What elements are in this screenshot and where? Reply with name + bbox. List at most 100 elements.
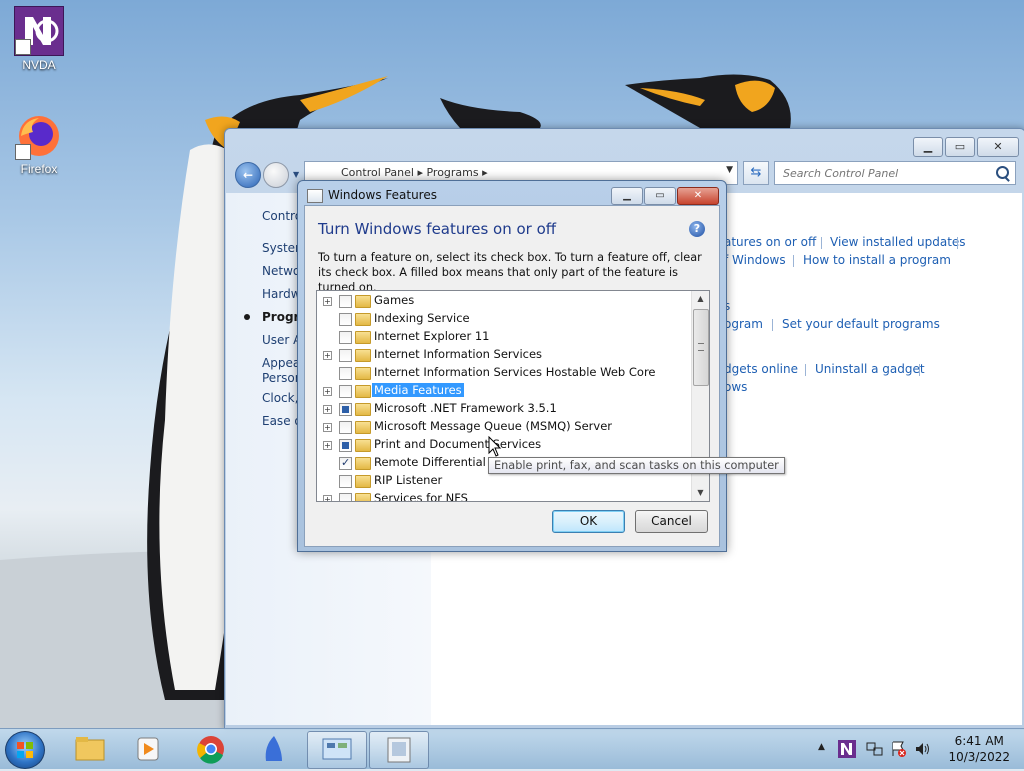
- nvda-tray-icon[interactable]: [838, 740, 856, 758]
- feature-checkbox[interactable]: [339, 313, 352, 326]
- cancel-button[interactable]: Cancel: [635, 510, 708, 533]
- folder-icon: [355, 367, 371, 380]
- feature-row[interactable]: + Print and Document Services: [317, 436, 689, 454]
- dialog-close-button[interactable]: ✕: [677, 187, 719, 205]
- link-turn-features[interactable]: atures on or off: [724, 235, 816, 249]
- dialog-maximize-button[interactable]: ▭: [644, 187, 676, 205]
- feature-row[interactable]: Internet Information Services Hostable W…: [317, 364, 689, 382]
- feature-checkbox[interactable]: [339, 331, 352, 344]
- feature-row[interactable]: + Microsoft .NET Framework 3.5.1: [317, 400, 689, 418]
- feature-label[interactable]: Services for NFS: [372, 491, 470, 501]
- link-gadgets-online[interactable]: dgets online: [724, 362, 798, 376]
- link-uninstall-gadget[interactable]: Uninstall a gadget: [815, 362, 925, 376]
- breadcrumb-programs[interactable]: Programs: [426, 166, 478, 179]
- address-dropdown-icon[interactable]: ▼: [726, 165, 733, 175]
- search-input[interactable]: [781, 166, 985, 181]
- scroll-thumb[interactable]: [693, 309, 709, 386]
- feature-label[interactable]: Print and Document Services: [372, 437, 543, 451]
- link-separator: [805, 364, 806, 376]
- taskbar-media-player-button[interactable]: [120, 731, 178, 767]
- taskbar-chrome-button[interactable]: [182, 731, 240, 767]
- link-how-to-install[interactable]: How to install a program: [803, 253, 951, 267]
- expand-icon[interactable]: +: [323, 387, 332, 396]
- desktop-icon-nvda[interactable]: NVDA: [4, 6, 74, 72]
- folder-icon: [355, 313, 371, 326]
- forward-button[interactable]: [263, 162, 289, 188]
- link-separator: [793, 255, 794, 267]
- feature-checkbox[interactable]: [339, 349, 352, 362]
- recent-pages-dropdown[interactable]: ▼: [293, 170, 299, 179]
- sidebar-item-network[interactable]: Netwo: [262, 264, 300, 278]
- feature-label[interactable]: Remote Differential Co: [372, 455, 507, 469]
- feature-row[interactable]: Indexing Service: [317, 310, 689, 328]
- ok-button[interactable]: OK: [552, 510, 625, 533]
- desktop-icon-firefox[interactable]: Firefox: [4, 112, 74, 176]
- taskbar-control-panel-button[interactable]: [307, 731, 367, 769]
- taskbar-windows-features-button[interactable]: [369, 731, 429, 769]
- feature-label[interactable]: Indexing Service: [372, 311, 472, 325]
- feature-checkbox[interactable]: [339, 421, 352, 434]
- back-button[interactable]: ←: [235, 162, 261, 188]
- feature-row[interactable]: + Media Features: [317, 382, 689, 400]
- link-default-program[interactable]: ogram: [724, 317, 763, 331]
- clock-time: 6:41 AM: [954, 734, 1004, 748]
- link-windows[interactable]: f Windows: [724, 253, 786, 267]
- search-box[interactable]: [774, 161, 1016, 185]
- window-caption-buttons: ▁ ▭ ✕: [913, 137, 1019, 157]
- help-icon[interactable]: ?: [689, 221, 705, 237]
- minimize-button[interactable]: ▁: [913, 137, 943, 157]
- maximize-button[interactable]: ▭: [945, 137, 975, 157]
- feature-label[interactable]: Media Features: [372, 383, 464, 397]
- feature-checkbox[interactable]: [339, 475, 352, 488]
- expand-icon[interactable]: +: [323, 351, 332, 360]
- dialog-minimize-button[interactable]: ▁: [611, 187, 643, 205]
- feature-checkbox[interactable]: [339, 403, 352, 416]
- close-button[interactable]: ✕: [977, 137, 1019, 157]
- feature-label[interactable]: Internet Explorer 11: [372, 329, 492, 343]
- expand-icon[interactable]: +: [323, 495, 332, 501]
- dialog-heading: Turn Windows features on or off: [318, 220, 557, 238]
- refresh-button[interactable]: ⇆: [743, 161, 769, 185]
- feature-checkbox[interactable]: [339, 295, 352, 308]
- feature-label[interactable]: Microsoft .NET Framework 3.5.1: [372, 401, 559, 415]
- feature-row[interactable]: + Internet Information Services: [317, 346, 689, 364]
- feature-checkbox[interactable]: [339, 493, 352, 501]
- action-center-icon[interactable]: [890, 740, 908, 758]
- feature-row[interactable]: + Services for NFS: [317, 490, 689, 501]
- scroll-down-arrow-icon[interactable]: ▼: [692, 485, 709, 501]
- link-view-installed-updates[interactable]: View installed updates: [830, 235, 966, 249]
- feature-label[interactable]: RIP Listener: [372, 473, 444, 487]
- taskbar-app-button[interactable]: [244, 731, 302, 767]
- expand-icon[interactable]: +: [323, 405, 332, 414]
- feature-row[interactable]: Internet Explorer 11: [317, 328, 689, 346]
- app-icon: [265, 736, 282, 761]
- feature-label[interactable]: Internet Information Services: [372, 347, 544, 361]
- expand-icon[interactable]: +: [323, 441, 332, 450]
- feature-row[interactable]: + Microsoft Message Queue (MSMQ) Server: [317, 418, 689, 436]
- taskbar-explorer-button[interactable]: [60, 731, 118, 767]
- feature-label[interactable]: Microsoft Message Queue (MSMQ) Server: [372, 419, 614, 433]
- feature-row[interactable]: + Games: [317, 292, 689, 310]
- feature-label[interactable]: Internet Information Services Hostable W…: [372, 365, 658, 379]
- show-hidden-icons-arrow-icon[interactable]: ▲: [818, 742, 825, 752]
- link-set-default-programs[interactable]: Set your default programs: [782, 317, 940, 331]
- search-icon[interactable]: [996, 166, 1009, 179]
- feature-checkbox[interactable]: [339, 456, 352, 470]
- windows-features-icon: [387, 737, 411, 763]
- expand-icon[interactable]: +: [323, 297, 332, 306]
- feature-checkbox[interactable]: [339, 439, 352, 452]
- feature-checkbox[interactable]: [339, 385, 352, 398]
- start-button[interactable]: [5, 731, 45, 769]
- sidebar-item-hardware[interactable]: Hardw: [262, 287, 301, 301]
- taskbar-clock[interactable]: 6:41 AM 10/3/2022: [948, 733, 1010, 765]
- feature-row[interactable]: RIP Listener: [317, 472, 689, 490]
- feature-label[interactable]: Games: [372, 293, 416, 307]
- network-icon[interactable]: [866, 740, 884, 758]
- volume-icon[interactable]: [914, 740, 932, 758]
- sidebar-item-clock[interactable]: Clock,: [262, 391, 298, 405]
- feature-checkbox[interactable]: [339, 367, 352, 380]
- breadcrumb-control-panel[interactable]: Control Panel: [341, 166, 414, 179]
- link-gadgets-windows[interactable]: ows: [724, 380, 747, 394]
- expand-icon[interactable]: +: [323, 423, 332, 432]
- scroll-up-arrow-icon[interactable]: ▲: [692, 291, 709, 307]
